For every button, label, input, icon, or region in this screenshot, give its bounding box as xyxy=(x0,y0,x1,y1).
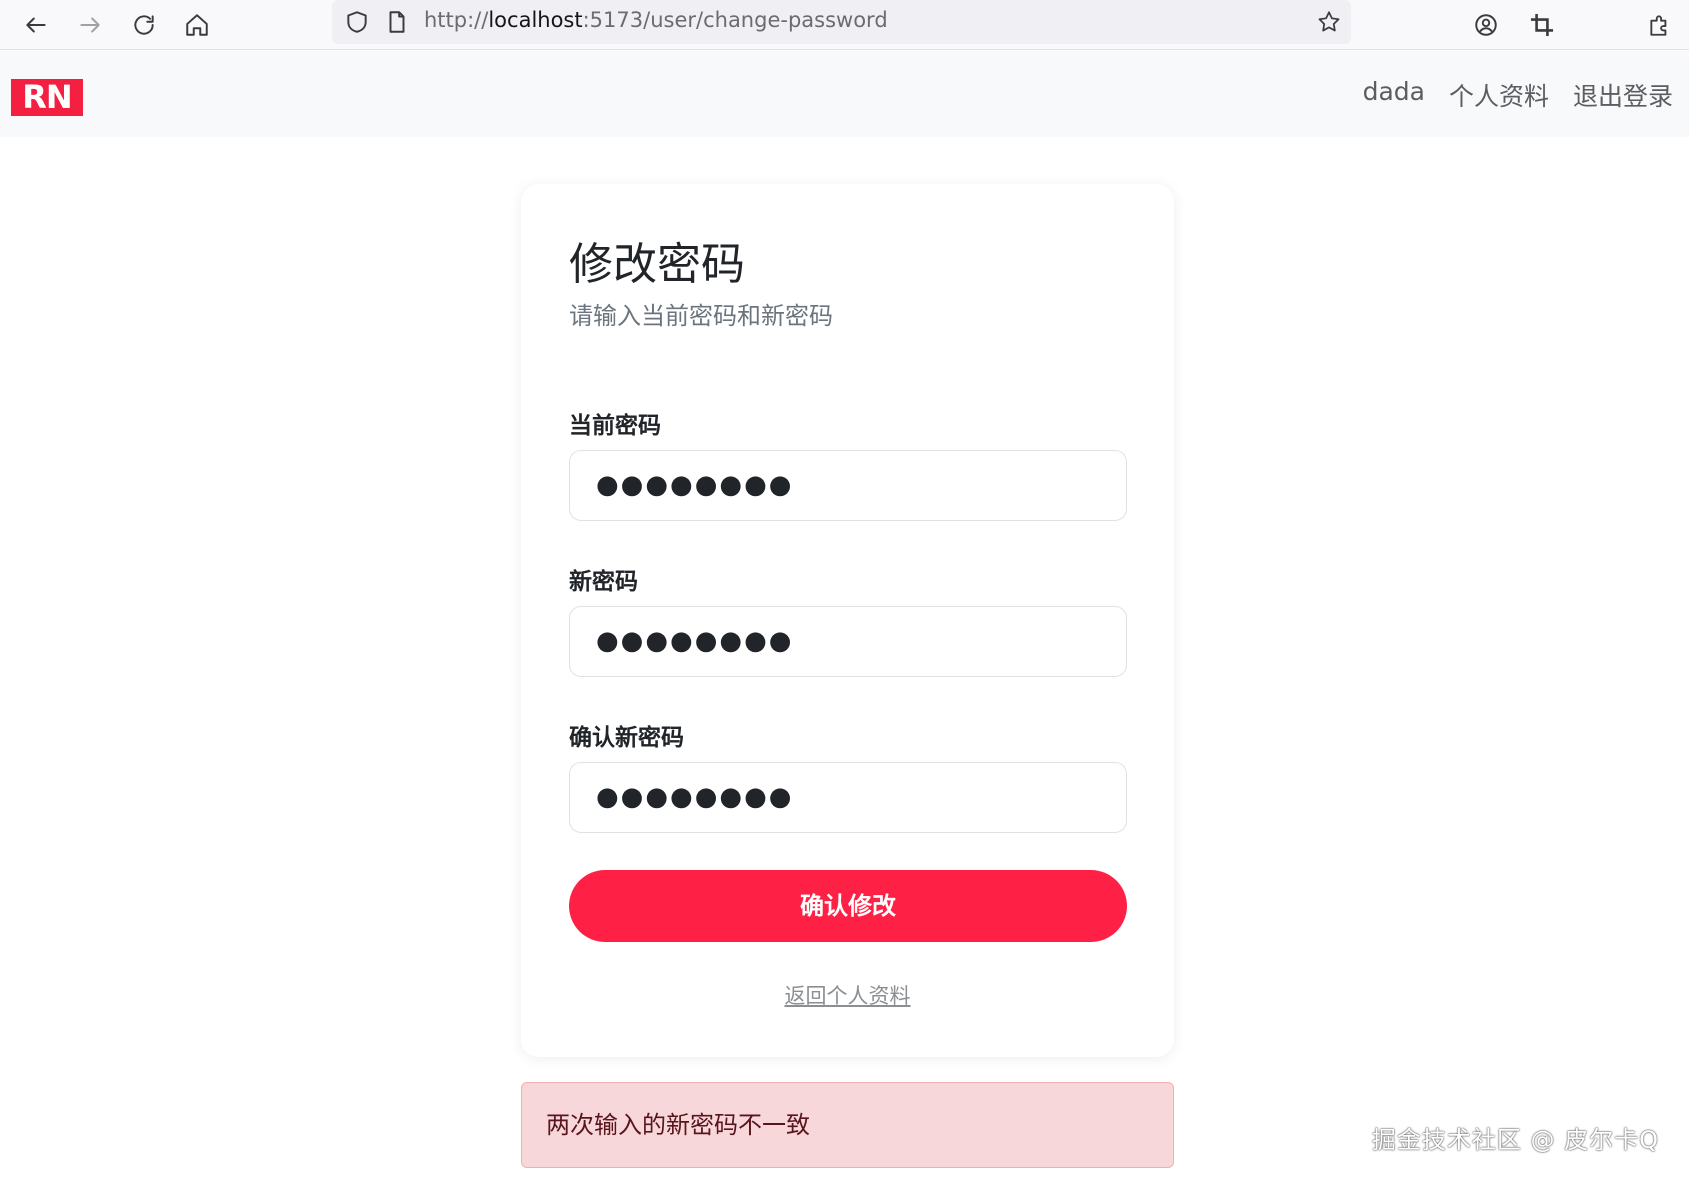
current-password-input[interactable]: ●●●●●●●● xyxy=(569,450,1127,521)
account-button[interactable] xyxy=(1466,5,1506,45)
page-icon xyxy=(389,11,405,33)
back-arrow-icon xyxy=(26,17,46,33)
confirm-password-label: 确认新密码 xyxy=(569,725,684,751)
bookmark-button[interactable] xyxy=(1314,7,1344,37)
back-to-profile-text[interactable]: 返回个人资料 xyxy=(785,984,911,1008)
page-subtitle: 请输入当前密码和新密码 xyxy=(569,302,833,330)
header-nav: dada 个人资料 退出登录 xyxy=(1363,77,1673,113)
tracking-shield-button[interactable] xyxy=(342,7,372,37)
change-password-card: 修改密码 请输入当前密码和新密码 当前密码 ●●●●●●●● 新密码 ●●●●●… xyxy=(521,184,1174,1057)
nav-profile-link[interactable]: 个人资料 xyxy=(1449,77,1549,113)
page-title: 修改密码 xyxy=(569,239,745,290)
watermark: 掘金技术社区 @ 皮尔卡Q xyxy=(1371,1126,1659,1154)
nav-username[interactable]: dada xyxy=(1363,77,1425,113)
crop-button[interactable] xyxy=(1522,5,1562,45)
new-password-label: 新密码 xyxy=(569,569,638,595)
shield-icon xyxy=(347,11,367,33)
url-host: localhost xyxy=(488,8,583,32)
reload-icon xyxy=(134,15,154,35)
account-icon xyxy=(1475,14,1497,36)
home-icon xyxy=(186,14,208,36)
star-icon xyxy=(1318,11,1340,32)
reload-button[interactable] xyxy=(124,5,164,45)
current-password-label: 当前密码 xyxy=(569,413,661,439)
url-scheme: http:// xyxy=(424,8,489,32)
confirm-change-button[interactable]: 确认修改 xyxy=(569,870,1127,942)
home-button[interactable] xyxy=(177,5,217,45)
confirm-password-input[interactable]: ●●●●●●●● xyxy=(569,762,1127,833)
extensions-button[interactable] xyxy=(1640,5,1680,45)
new-password-input[interactable]: ●●●●●●●● xyxy=(569,606,1127,677)
error-alert: 两次输入的新密码不一致 xyxy=(521,1082,1174,1168)
forward-button[interactable] xyxy=(70,5,110,45)
page-info-button[interactable] xyxy=(382,7,412,37)
app-header: RN dada 个人资料 退出登录 xyxy=(0,51,1689,137)
nav-logout-link[interactable]: 退出登录 xyxy=(1573,77,1673,113)
crop-icon xyxy=(1530,13,1554,37)
url-bar[interactable]: http://localhost:5173/user/change-passwo… xyxy=(332,0,1351,44)
back-to-profile-link: 返回个人资料 xyxy=(521,980,1174,1010)
browser-toolbar: http://localhost:5173/user/change-passwo… xyxy=(0,0,1689,50)
back-button[interactable] xyxy=(16,5,56,45)
url-path: :5173/user/change-password xyxy=(582,8,888,32)
url-text[interactable]: http://localhost:5173/user/change-passwo… xyxy=(424,8,888,32)
forward-arrow-icon xyxy=(80,17,100,33)
brand-logo[interactable]: RN xyxy=(11,79,83,116)
extensions-icon xyxy=(1650,15,1667,36)
